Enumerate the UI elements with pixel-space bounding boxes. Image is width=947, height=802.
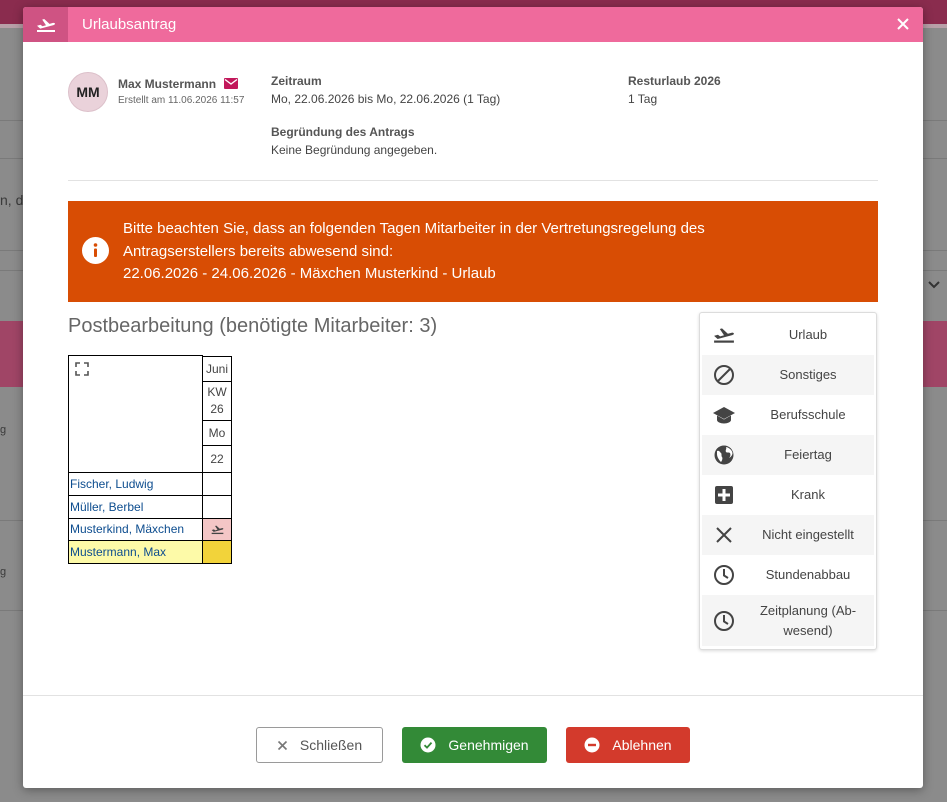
vacation-request-dialog: Urlaubsantrag MM Max Mustermann Erstellt…	[23, 7, 923, 788]
schedule-title: Postbearbeitung (benötigte Mitarbeiter: …	[68, 315, 438, 337]
day-cell-requested[interactable]	[202, 540, 232, 564]
remaining-vacation-label: Resturlaub 2026	[628, 74, 721, 88]
legend-item-urlaub[interactable]: Urlaub	[702, 315, 874, 355]
x-icon	[702, 526, 746, 544]
airplane-takeoff-icon	[702, 326, 746, 344]
absence-legend: Urlaub Sonstiges Berufsschule Feiertag K…	[699, 312, 877, 650]
graduation-cap-icon	[702, 405, 746, 425]
legend-item-sonstiges[interactable]: Sonstiges	[702, 355, 874, 395]
legend-label-line: wesend)	[783, 622, 833, 638]
close-icon	[277, 740, 287, 750]
legend-label: Krank	[791, 487, 825, 502]
created-date: Erstellt am 11.06.2026 11:57	[118, 95, 245, 106]
dialog-header: Urlaubsantrag	[23, 7, 923, 42]
applicant-name: Max Mustermann	[118, 77, 217, 91]
legend-item-stundenabbau[interactable]: Stundenabbau	[702, 555, 874, 595]
legend-label: Nicht eingestellt	[762, 527, 854, 542]
minus-circle-icon	[584, 737, 600, 753]
approve-button[interactable]: Genehmigen	[402, 727, 547, 763]
warning-text: Bitte beachten Sie, dass an folgenden Ta…	[123, 218, 705, 286]
day-header: 22	[202, 445, 232, 473]
legend-label: Urlaub	[788, 327, 828, 342]
airplane-takeoff-icon	[211, 525, 223, 535]
background-text: g	[0, 424, 7, 436]
absence-warning: Bitte beachten Sie, dass an folgenden Ta…	[68, 201, 878, 302]
reject-button[interactable]: Ablehnen	[566, 727, 690, 763]
close-button-label: Schließen	[299, 737, 363, 753]
employee-name[interactable]: Musterkind, Mäxchen	[68, 518, 203, 541]
legend-label-line: Zeitplanung (Ab-	[759, 602, 857, 618]
legend-item-berufsschule[interactable]: Berufsschule	[702, 395, 874, 435]
legend-item-krank[interactable]: Krank	[702, 475, 874, 515]
reject-button-label: Ablehnen	[612, 737, 672, 753]
approve-button-label: Genehmigen	[448, 737, 529, 753]
close-icon[interactable]	[893, 14, 913, 34]
legend-item-nicht-eingestellt[interactable]: Nicht eingestellt	[702, 515, 874, 555]
divider	[68, 180, 878, 181]
weekday-header: Mo	[202, 420, 232, 446]
week-header: KW 26	[202, 381, 232, 421]
clock-icon	[702, 564, 746, 586]
reason-label: Begründung des Antrags	[271, 125, 415, 139]
reason-value: Keine Begründung angegeben.	[271, 143, 438, 157]
remaining-vacation-value: 1 Tag	[628, 92, 658, 106]
footer-divider	[23, 695, 923, 696]
globe-icon	[702, 444, 746, 466]
warning-line: Bitte beachten Sie, dass an folgenden Ta…	[123, 220, 705, 237]
period-label: Zeitraum	[271, 74, 322, 88]
employee-name-highlighted[interactable]: Mustermann, Max	[68, 540, 203, 564]
background-text: g	[0, 566, 7, 578]
employee-name[interactable]: Fischer, Ludwig	[68, 472, 203, 496]
close-button[interactable]: Schließen	[256, 727, 383, 763]
clock-icon	[702, 610, 746, 632]
legend-label: Stundenabbau	[765, 567, 851, 582]
chevron-down-icon[interactable]	[927, 280, 941, 290]
medical-cross-icon	[702, 485, 746, 505]
airplane-takeoff-icon	[23, 7, 68, 42]
cancel-circle-icon	[702, 364, 746, 386]
schedule-corner	[68, 355, 203, 473]
warning-line: Antragserstellers bereits abwesend sind:	[123, 242, 394, 260]
month-header: Juni	[202, 356, 232, 382]
employee-name[interactable]: Müller, Berbel	[68, 495, 203, 519]
envelope-icon[interactable]	[224, 78, 238, 89]
warning-line: 22.06.2026 - 24.06.2026 - Mäxchen Muster…	[123, 265, 496, 282]
legend-label: Zeitplanung (Ab- wesend)	[746, 601, 874, 641]
avatar: MM	[68, 72, 108, 112]
period-value: Mo, 22.06.2026 bis Mo, 22.06.2026 (1 Tag…	[271, 92, 501, 106]
legend-label: Feiertag	[784, 447, 832, 462]
check-circle-icon	[420, 737, 436, 753]
fullscreen-icon[interactable]	[75, 362, 89, 376]
day-cell-vacation[interactable]	[202, 518, 232, 541]
week-number: 26	[210, 402, 224, 416]
legend-label: Berufsschule	[770, 407, 846, 422]
info-icon	[82, 237, 109, 264]
dialog-title: Urlaubsantrag	[82, 16, 177, 33]
week-prefix: KW	[207, 385, 227, 399]
legend-item-feiertag[interactable]: Feiertag	[702, 435, 874, 475]
legend-item-zeitplanung[interactable]: Zeitplanung (Ab- wesend)	[702, 595, 874, 646]
day-cell[interactable]	[202, 495, 232, 519]
legend-label: Sonstiges	[779, 367, 837, 382]
day-cell[interactable]	[202, 472, 232, 496]
